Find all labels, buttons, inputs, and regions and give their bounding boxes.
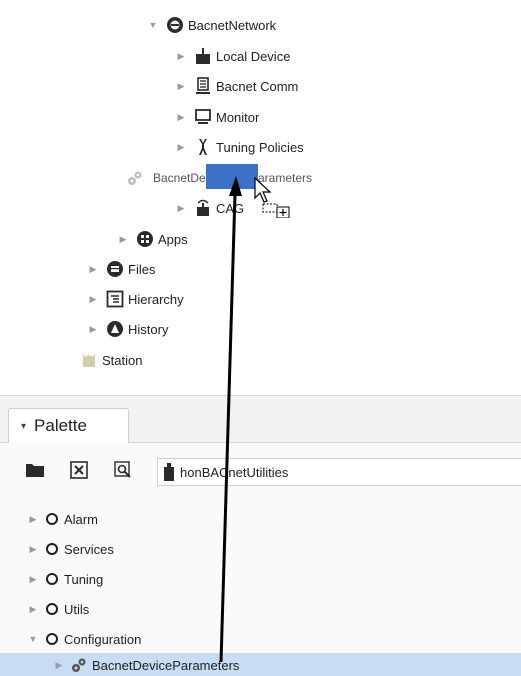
arrowhead-icon bbox=[229, 176, 242, 196]
drag-path-arrow bbox=[219, 176, 242, 663]
